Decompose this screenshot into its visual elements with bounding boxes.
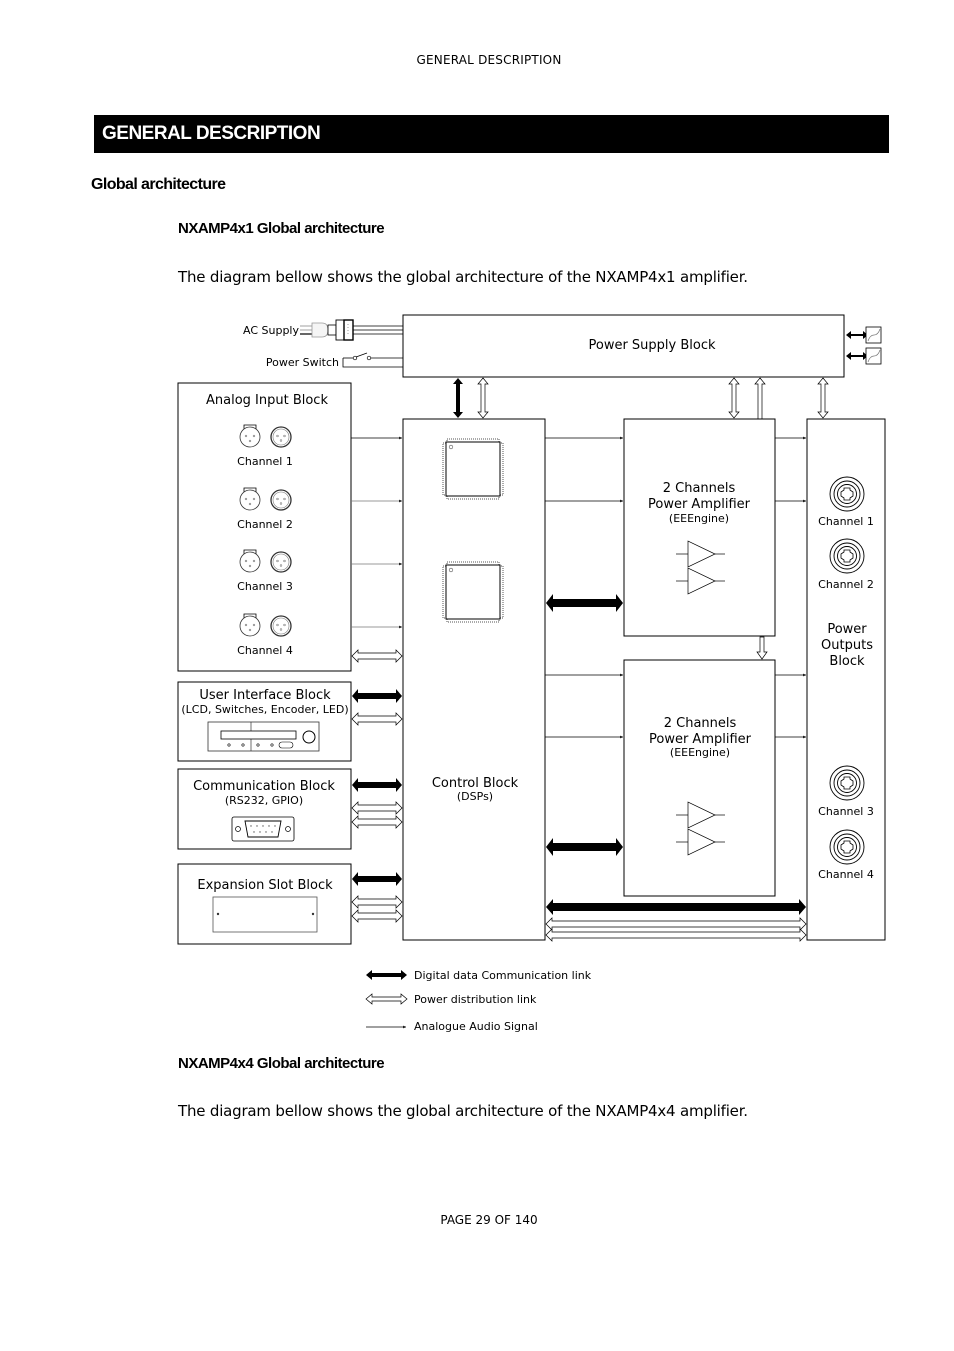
power-link-bus bbox=[545, 917, 807, 931]
digital-link-psu-control bbox=[453, 378, 463, 418]
digital-link-control-amp1 bbox=[546, 594, 623, 612]
legend: Digital data Communication link Power di… bbox=[365, 969, 592, 1033]
architecture-diagram: AC Supply Power Switch Power Supply Bloc… bbox=[177, 314, 886, 1033]
control-block-label: Control Block bbox=[432, 776, 519, 791]
expansion-slot-icon bbox=[212, 896, 318, 933]
power-outputs-label-line3: Block bbox=[829, 654, 865, 669]
amp1-label-line2: Power Amplifier bbox=[648, 497, 751, 512]
legend-digital-arrow-icon bbox=[366, 970, 407, 980]
fan-icon bbox=[846, 347, 882, 365]
xlr-male-icon bbox=[270, 615, 292, 637]
output-channel-label: Channel 3 bbox=[818, 805, 874, 818]
analog-input-block-label: Analog Input Block bbox=[206, 393, 328, 408]
expansion-slot-block-label: Expansion Slot Block bbox=[197, 878, 333, 893]
power-outputs-label-line2: Outputs bbox=[821, 638, 873, 653]
dsp-chip-icon bbox=[442, 438, 504, 500]
amp1-label-line1: 2 Channels bbox=[663, 481, 736, 496]
power-link-psu-outputs bbox=[817, 377, 829, 419]
power-link-psu-amp bbox=[728, 377, 740, 419]
legend-label: Analogue Audio Signal bbox=[414, 1020, 538, 1033]
power-link-amp1-amp2 bbox=[756, 636, 768, 660]
communication-block-sublabel: (RS232, GPIO) bbox=[225, 794, 303, 807]
power-link-amp-psu bbox=[754, 377, 766, 420]
power-amplifier-block-1 bbox=[623, 418, 776, 637]
speakon-connector-icon bbox=[829, 538, 865, 574]
ac-plug-icon bbox=[300, 319, 403, 341]
xlr-male-icon bbox=[270, 426, 292, 448]
amp2-label-line1: 2 Channels bbox=[664, 716, 737, 731]
amp2-label-line2: Power Amplifier bbox=[649, 732, 752, 747]
power-link-psu-control bbox=[477, 377, 489, 419]
power-amplifier-block-2 bbox=[623, 659, 776, 897]
nxamp4x4-intro: The diagram bellow shows the global arch… bbox=[178, 1102, 748, 1120]
ac-supply-label: AC Supply bbox=[243, 324, 299, 337]
page-number: PAGE 29 OF 140 bbox=[440, 1213, 538, 1227]
power-switch-label: Power Switch bbox=[266, 356, 339, 369]
digital-link-control-amp2 bbox=[546, 838, 623, 856]
speakon-connector-icon bbox=[829, 829, 865, 865]
amp1-sublabel: (EEEngine) bbox=[669, 512, 729, 525]
communication-block-label: Communication Block bbox=[193, 779, 335, 794]
nxamp4x4-title: NXAMP4x4 Global architecture bbox=[178, 1055, 385, 1072]
analog-signal-lines-input bbox=[351, 436, 402, 629]
power-supply-block-label: Power Supply Block bbox=[588, 338, 716, 353]
power-link-bus bbox=[545, 928, 807, 942]
left-links bbox=[351, 649, 403, 923]
control-block bbox=[402, 418, 546, 941]
output-channel-label: Channel 2 bbox=[818, 578, 874, 591]
xlr-male-icon bbox=[270, 551, 292, 573]
db9-connector-icon bbox=[231, 816, 295, 842]
analog-channel-label: Channel 4 bbox=[237, 644, 293, 657]
legend-label: Power distribution link bbox=[414, 993, 537, 1006]
analog-channel-label: Channel 3 bbox=[237, 580, 293, 593]
analog-channel-label: Channel 1 bbox=[237, 455, 293, 468]
power-switch-icon bbox=[342, 352, 403, 368]
output-channel-label: Channel 1 bbox=[818, 515, 874, 528]
fan-icon bbox=[846, 326, 882, 344]
xlr-male-icon bbox=[270, 489, 292, 511]
speakon-connector-icon bbox=[829, 476, 865, 512]
speakon-connector-icon bbox=[829, 765, 865, 801]
front-panel-icon bbox=[207, 721, 320, 752]
analog-channel-label: Channel 2 bbox=[237, 518, 293, 531]
dsp-chip-icon bbox=[442, 561, 504, 623]
legend-power-arrow-icon bbox=[365, 993, 408, 1005]
power-outputs-label-line1: Power bbox=[827, 622, 867, 637]
digital-link-control-outputs bbox=[546, 899, 806, 915]
user-interface-block-label: User Interface Block bbox=[199, 688, 331, 703]
amp2-sublabel: (EEEngine) bbox=[670, 746, 730, 759]
user-interface-block-sublabel: (LCD, Switches, Encoder, LED) bbox=[181, 703, 348, 716]
legend-label: Digital data Communication link bbox=[414, 969, 592, 982]
control-block-sublabel: (DSPs) bbox=[457, 790, 493, 803]
output-channel-label: Channel 4 bbox=[818, 868, 874, 881]
